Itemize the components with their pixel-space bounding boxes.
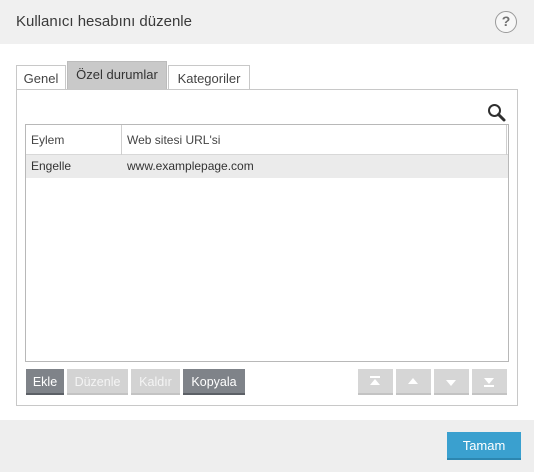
tab-categories[interactable]: Kategoriler — [168, 65, 250, 89]
edit-button[interactable]: Düzenle — [67, 369, 128, 395]
copy-button[interactable]: Kopyala — [183, 369, 245, 395]
cell-url: www.examplepage.com — [127, 159, 254, 173]
add-button[interactable]: Ekle — [26, 369, 64, 395]
move-to-bottom-icon — [484, 378, 494, 387]
move-to-bottom-button[interactable] — [472, 369, 507, 395]
move-to-top-button[interactable] — [358, 369, 393, 395]
column-header-action[interactable]: Eylem — [26, 125, 122, 155]
move-up-icon — [408, 378, 418, 384]
help-button[interactable]: ? — [495, 11, 517, 33]
table-row[interactable]: Engelle www.examplepage.com — [26, 155, 508, 178]
cell-action: Engelle — [31, 159, 72, 173]
move-down-button[interactable] — [434, 369, 469, 395]
move-up-button[interactable] — [396, 369, 431, 395]
ok-button[interactable]: Tamam — [447, 432, 521, 460]
column-header-url[interactable]: Web sitesi URL'si — [122, 125, 507, 155]
tab-general[interactable]: Genel — [16, 65, 66, 89]
move-to-top-icon — [370, 376, 380, 385]
exceptions-table: Eylem Web sitesi URL'si Engelle www.exam… — [25, 124, 509, 362]
table-header: Eylem Web sitesi URL'si — [26, 125, 508, 155]
search-icon[interactable] — [486, 102, 508, 124]
remove-button[interactable]: Kaldır — [131, 369, 180, 395]
move-down-icon — [446, 380, 456, 386]
title-bar: Kullanıcı hesabını düzenle ? — [0, 0, 534, 44]
tab-special-cases[interactable]: Özel durumlar — [67, 61, 167, 89]
window-title: Kullanıcı hesabını düzenle — [16, 13, 192, 30]
